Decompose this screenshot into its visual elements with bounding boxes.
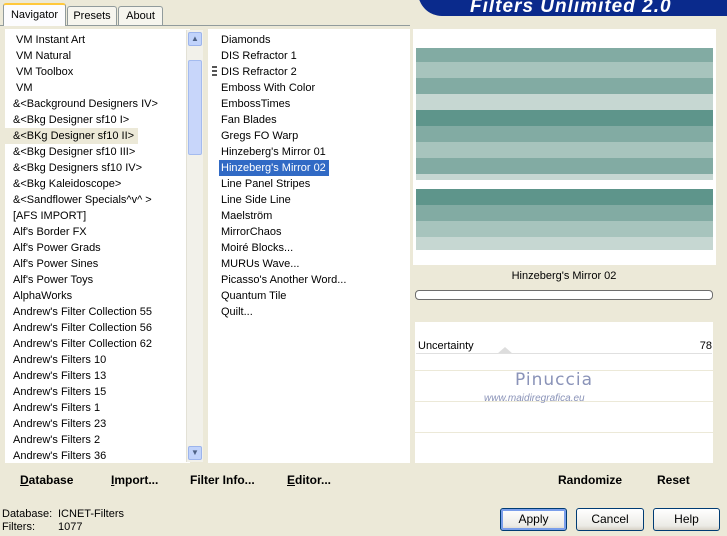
category-item[interactable]: &<Bkg Designer sf10 III> [5,144,139,160]
scroll-up-icon[interactable]: ▲ [188,32,202,46]
progress-bar [415,290,713,300]
filter-item[interactable]: Line Panel Stripes [219,176,313,192]
slider-row [415,432,713,449]
tab-presets[interactable]: Presets [67,6,117,25]
category-item[interactable]: Andrew's Filters 10 [5,352,110,368]
category-item[interactable]: Andrew's Filters 13 [5,368,110,384]
category-item[interactable]: Andrew's Filters 23 [5,416,110,432]
category-item[interactable]: Alf's Power Toys [5,272,97,288]
filter-item[interactable]: Line Side Line [219,192,294,208]
tab-about[interactable]: About [118,6,163,25]
filter-info-button[interactable]: Filter Info... [190,473,255,487]
status-filters-value: 1077 [58,521,83,533]
category-item[interactable]: VM [5,80,37,96]
filter-item[interactable]: Gregs FO Warp [219,128,301,144]
watermark-url: www.maidiregrafica.eu [484,393,585,404]
category-item[interactable]: Andrew's Filter Collection 56 [5,320,156,336]
category-item[interactable]: Andrew's Filters 36 [5,448,110,463]
filter-item[interactable]: Quantum Tile [219,288,289,304]
import-button[interactable]: Import... [111,473,158,487]
database-button[interactable]: Database [20,473,73,487]
preview-stripe [416,110,713,126]
cancel-button[interactable]: Cancel [576,508,644,531]
slider-track[interactable] [416,353,712,354]
apply-button[interactable]: Apply [500,508,567,531]
preview-stripe [416,94,713,110]
filter-item[interactable]: EmbossTimes [219,96,293,112]
editor-button[interactable]: Editor... [287,473,331,487]
slider-label-uncertainty: Uncertainty [418,340,474,352]
category-item[interactable]: Andrew's Filters 2 [5,432,104,448]
slider-row [415,417,713,433]
preview-stripe [416,158,713,174]
category-item[interactable]: &<Background Designers IV> [5,96,162,112]
preview-stripe [416,48,713,62]
category-item[interactable]: VM Natural [5,48,75,64]
preview-stripe [416,189,713,205]
filter-list[interactable]: Diamonds DIS Refractor 1 DIS Refractor 2 Em… [208,29,410,463]
category-item[interactable]: &<Bkg Designers sf10 IV> [5,160,146,176]
status-filters-label: Filters: [2,521,35,533]
category-item[interactable]: Alf's Power Grads [5,240,105,256]
filter-item[interactable]: DIS Refractor 2 [219,64,300,80]
tab-navigator[interactable]: Navigator [3,3,66,26]
reset-button[interactable]: Reset [657,473,690,487]
preview-stripe [416,142,713,158]
slider-row [415,448,713,464]
category-item[interactable]: &<Sandflower Specials^v^ > [5,192,156,208]
filter-item[interactable]: Emboss With Color [219,80,318,96]
app-title: Filters Unlimited 2.0 [470,0,672,17]
randomize-button[interactable]: Randomize [558,473,622,487]
preview-divider [416,180,713,189]
filter-item[interactable]: Diamonds [219,32,274,48]
category-item[interactable]: AlphaWorks [5,288,76,304]
filter-item[interactable]: Hinzeberg's Mirror 01 [219,144,329,160]
category-item[interactable]: VM Instant Art [5,32,89,48]
filter-item[interactable]: Fan Blades [219,112,280,128]
category-item[interactable]: Andrew's Filter Collection 55 [5,304,156,320]
category-item[interactable]: Alf's Border FX [5,224,91,240]
filter-item[interactable]: Moiré Blocks... [219,240,296,256]
grip-icon [212,66,217,77]
category-item[interactable]: Alf's Power Sines [5,256,102,272]
category-item[interactable]: Andrew's Filters 15 [5,384,110,400]
category-item[interactable]: &<BKg Designer sf10 II> [5,128,139,144]
preview-stripe [416,126,713,142]
scroll-down-icon[interactable]: ▼ [188,446,202,460]
status-database-label: Database: [2,508,53,520]
category-item[interactable]: &<Bkg Kaleidoscope> [5,176,125,192]
filter-item[interactable]: Picasso's Another Word... [219,272,349,288]
preview-stripe [416,221,713,237]
preview-stripe [416,237,713,250]
watermark-name: Pinuccia [515,370,593,390]
category-list[interactable]: VM Instant Art VM Natural VM Toolbox VM &<Ba… [5,29,190,463]
filter-item[interactable]: MURUs Wave... [219,256,302,272]
preview-stripe [416,205,713,221]
slider-row [415,355,713,371]
preview-stripe [416,78,713,94]
category-item[interactable]: [AFS IMPORT] [5,208,90,224]
status-database-value: ICNET-Filters [58,508,124,520]
category-item[interactable]: &<Bkg Designer sf10 I> [5,112,133,128]
filter-item[interactable]: DIS Refractor 1 [219,48,300,64]
category-item[interactable]: Andrew's Filter Collection 62 [5,336,156,352]
preview-stripe [416,62,713,78]
filter-item[interactable]: Hinzeberg's Mirror 02 [218,159,330,177]
filter-item[interactable]: MirrorChaos [219,224,285,240]
filter-item[interactable]: Maelström [219,208,275,224]
category-item[interactable]: VM Toolbox [5,64,77,80]
help-button[interactable]: Help [653,508,720,531]
preview-filter-name: Hinzeberg's Mirror 02 [511,270,617,282]
slider-value-uncertainty[interactable]: 78 [690,340,712,352]
category-scrollbar[interactable]: ▲ ▼ [186,30,203,462]
filter-item[interactable]: Quilt... [219,304,256,320]
scroll-thumb[interactable] [188,60,202,155]
category-item[interactable]: Andrew's Filters 1 [5,400,104,416]
